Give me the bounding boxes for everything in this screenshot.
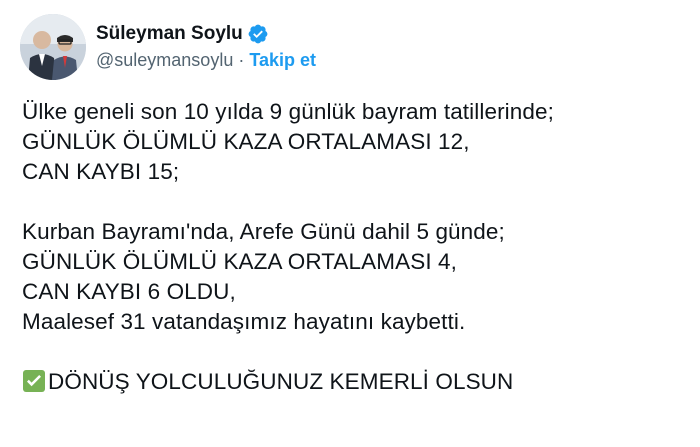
tweet-line-2: GÜNLÜK ÖLÜMLÜ KAZA ORTALAMASI 12, — [22, 129, 470, 154]
check-mark-button-icon — [22, 369, 46, 393]
separator-dot: · — [238, 49, 245, 70]
tweet-line-6: GÜNLÜK ÖLÜMLÜ KAZA ORTALAMASI 4, — [22, 249, 457, 274]
tweet-card: Süleyman Soylu @suleymansoylu · Takip et… — [0, 0, 700, 447]
author-handle[interactable]: @suleymansoylu — [96, 50, 233, 71]
tweet-line-1: Ülke geneli son 10 yılda 9 günlük bayram… — [22, 99, 554, 124]
avatar-photo-icon — [20, 14, 86, 80]
author-info: Süleyman Soylu @suleymansoylu · Takip et — [96, 21, 316, 73]
tweet-line-7: CAN KAYBI 6 OLDU, — [22, 279, 236, 304]
handle-row: @suleymansoylu · Takip et — [96, 47, 316, 73]
follow-button[interactable]: Takip et — [249, 50, 316, 71]
tweet-line-3: CAN KAYBI 15; — [22, 159, 180, 184]
tweet-text: Ülke geneli son 10 yılda 9 günlük bayram… — [22, 97, 692, 397]
tweet-line-5: Kurban Bayramı'nda, Arefe Günü dahil 5 g… — [22, 219, 505, 244]
tweet-header: Süleyman Soylu @suleymansoylu · Takip et — [20, 14, 316, 80]
tweet-line-10: DÖNÜŞ YOLCULUĞUNUZ KEMERLİ OLSUN — [22, 367, 692, 397]
name-row: Süleyman Soylu — [96, 21, 316, 47]
author-display-name[interactable]: Süleyman Soylu — [96, 23, 243, 45]
author-avatar[interactable] — [20, 14, 86, 80]
tweet-line-10-text: DÖNÜŞ YOLCULUĞUNUZ KEMERLİ OLSUN — [48, 369, 514, 394]
verified-badge-icon — [247, 23, 269, 45]
tweet-line-8: Maalesef 31 vatandaşımız hayatını kaybet… — [22, 309, 466, 334]
